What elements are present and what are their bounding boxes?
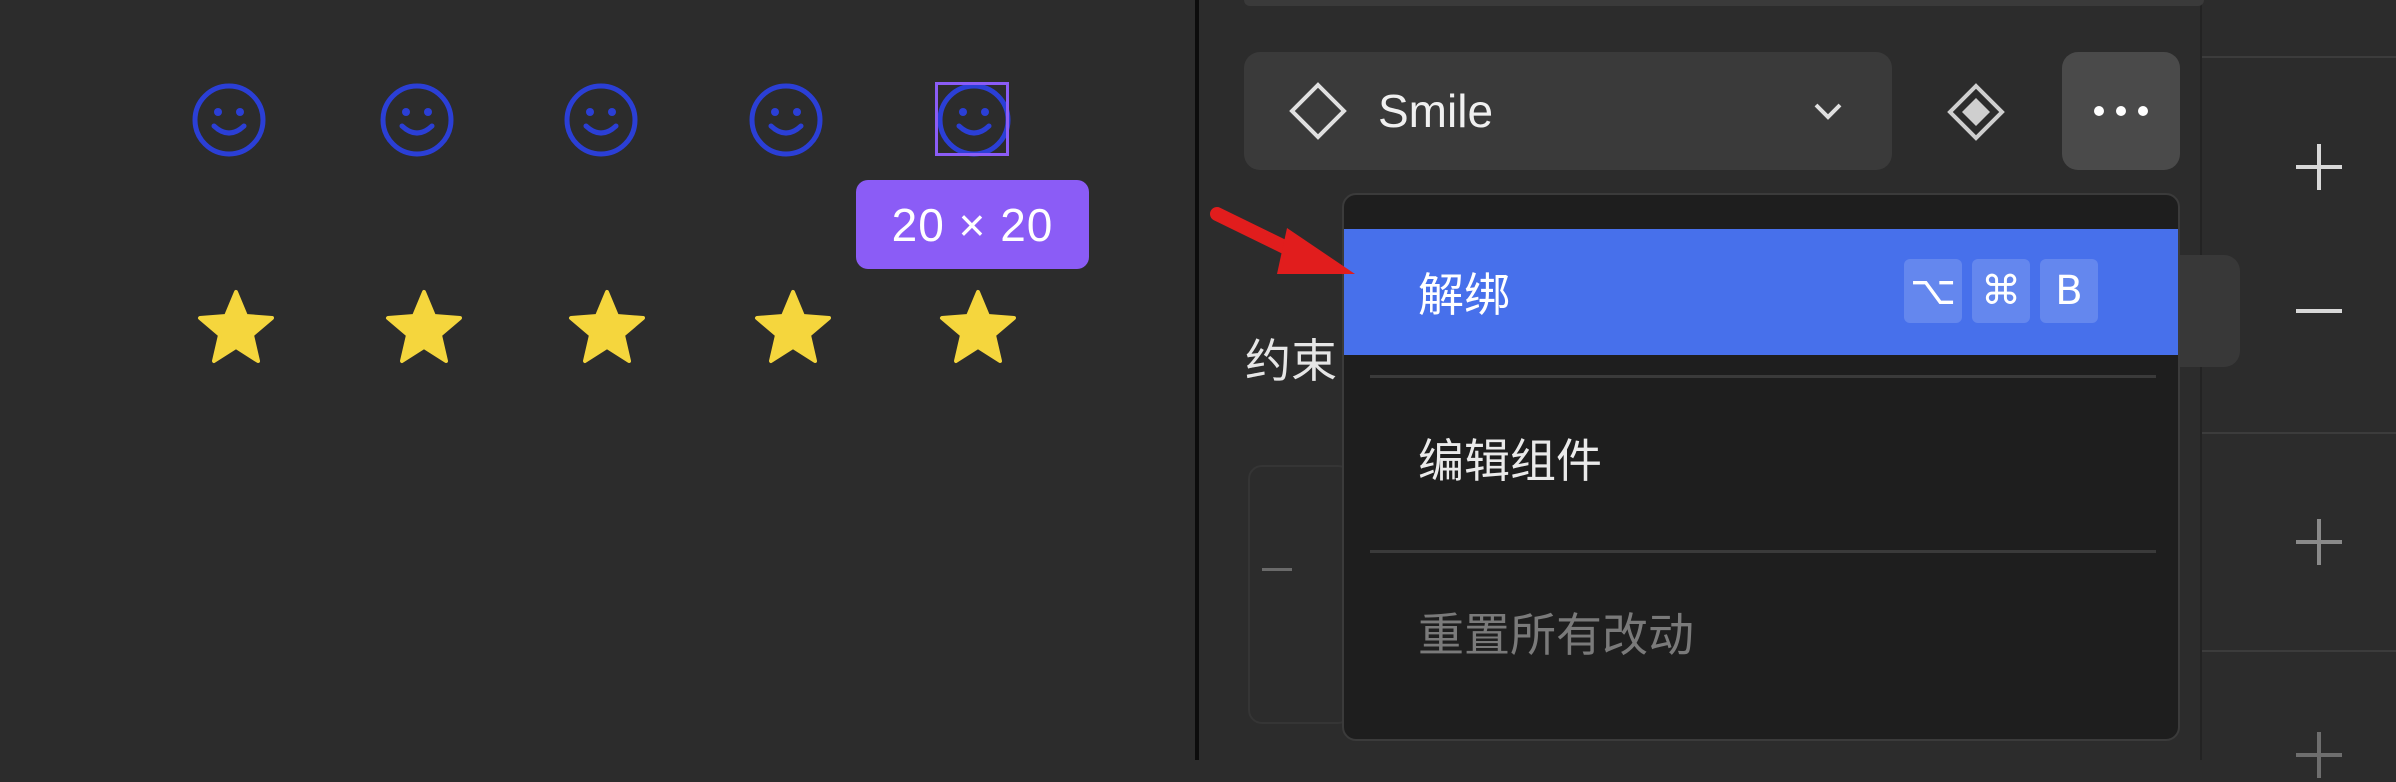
side-divider — [2202, 56, 2396, 58]
diamond-outline-icon — [1289, 82, 1347, 140]
chevron-down-icon — [1814, 103, 1842, 120]
context-menu: 解绑 ⌥ ⌘ B 编辑组件 重置所有改动 — [1342, 193, 2180, 741]
option-key: ⌥ — [1904, 259, 1962, 323]
menu-item-label: 重置所有改动 — [1418, 609, 1694, 661]
diamond-filled-icon[interactable] — [1944, 80, 2008, 144]
size-tooltip: 20 × 20 — [856, 180, 1089, 269]
smile-icon[interactable] — [379, 82, 455, 158]
side-divider — [2202, 432, 2396, 434]
selection-box[interactable] — [935, 82, 1009, 156]
star-icon[interactable] — [567, 287, 647, 367]
minus-icon[interactable] — [2292, 284, 2346, 338]
menu-item-reset-all-changes[interactable]: 重置所有改动 — [1344, 569, 2178, 695]
smile-icon[interactable] — [563, 82, 639, 158]
plus-icon[interactable] — [2292, 140, 2346, 194]
menu-item-detach-instance[interactable]: 解绑 ⌥ ⌘ B — [1344, 229, 2178, 355]
command-key: ⌘ — [1972, 259, 2030, 323]
minus-icon — [1262, 568, 1292, 571]
ellipsis-icon — [2094, 106, 2148, 116]
plus-icon[interactable] — [2292, 728, 2346, 782]
constraints-label: 约束 — [1245, 335, 1337, 387]
constraints-box — [1248, 465, 1352, 724]
plus-icon[interactable] — [2292, 515, 2346, 569]
menu-item-label: 编辑组件 — [1418, 435, 1602, 487]
menu-item-label: 解绑 — [1418, 269, 1510, 321]
star-icon[interactable] — [384, 287, 464, 367]
component-select[interactable]: Smile — [1244, 52, 1892, 170]
side-actions-column — [2200, 0, 2396, 760]
annotation-arrow — [1210, 207, 1355, 274]
star-icon[interactable] — [196, 287, 276, 367]
top-field-edge — [1244, 0, 2204, 6]
component-name: Smile — [1378, 85, 1494, 137]
menu-item-edit-component[interactable]: 编辑组件 — [1344, 395, 2178, 521]
menu-separator — [1370, 375, 2156, 378]
b-key: B — [2040, 259, 2098, 323]
more-options-button[interactable] — [2062, 52, 2180, 170]
star-icon[interactable] — [753, 287, 833, 367]
side-divider — [2202, 650, 2396, 652]
smile-icon[interactable] — [748, 82, 824, 158]
menu-separator — [1370, 550, 2156, 553]
keyboard-shortcut: ⌥ ⌘ B — [1904, 259, 2098, 323]
smile-icon[interactable] — [191, 82, 267, 158]
star-icon[interactable] — [938, 287, 1018, 367]
